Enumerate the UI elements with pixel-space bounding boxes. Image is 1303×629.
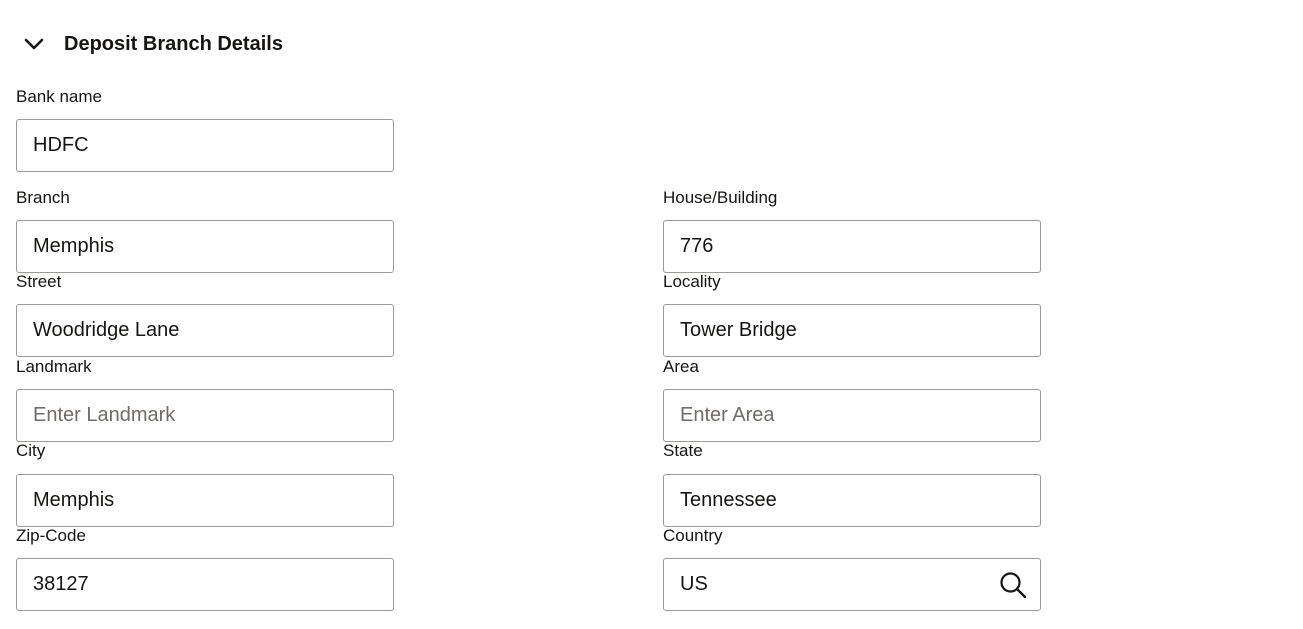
country-label: Country <box>663 526 723 545</box>
house-building-label: House/Building <box>663 188 778 207</box>
bank-name-field: Bank name <box>16 86 394 172</box>
landmark-label: Landmark <box>16 357 92 376</box>
bank-name-input[interactable] <box>17 120 393 171</box>
section-title: Deposit Branch Details <box>64 32 283 55</box>
zip-code-field: Zip-Code <box>16 525 394 611</box>
landmark-input-box <box>16 389 394 442</box>
chevron-down-icon[interactable] <box>20 30 48 58</box>
branch-input[interactable] <box>17 221 393 272</box>
locality-field: Locality <box>663 271 1041 357</box>
zip-code-input[interactable] <box>17 559 393 610</box>
locality-input-box <box>663 304 1041 357</box>
bank-name-label: Bank name <box>16 87 102 106</box>
zip-code-label: Zip-Code <box>16 526 86 545</box>
city-field: City <box>16 440 394 527</box>
city-label: City <box>16 441 46 460</box>
city-input-box <box>16 474 394 527</box>
state-input-box <box>663 474 1041 527</box>
zip-code-input-box <box>16 558 394 611</box>
country-field: Country <box>663 525 1041 611</box>
section-header-toggle[interactable]: Deposit Branch Details <box>20 26 283 62</box>
locality-label: Locality <box>663 272 721 291</box>
branch-label: Branch <box>16 188 70 207</box>
landmark-field: Landmark <box>16 356 394 442</box>
city-input[interactable] <box>17 475 393 526</box>
branch-input-box <box>16 220 394 273</box>
state-label: State <box>663 441 703 460</box>
branch-field: Branch <box>16 187 394 273</box>
country-input[interactable] <box>664 559 1040 610</box>
landmark-input[interactable] <box>17 390 393 441</box>
state-input[interactable] <box>664 475 1040 526</box>
street-input[interactable] <box>17 305 393 356</box>
state-field: State <box>663 440 1041 527</box>
locality-input[interactable] <box>664 305 1040 356</box>
area-field: Area <box>663 356 1041 442</box>
street-field: Street <box>16 271 394 357</box>
house-building-input-box <box>663 220 1041 273</box>
deposit-branch-details-page: Deposit Branch Details Bank name Branch … <box>0 0 1303 629</box>
area-input-box <box>663 389 1041 442</box>
street-label: Street <box>16 272 62 291</box>
house-building-field: House/Building <box>663 187 1041 273</box>
area-label: Area <box>663 357 699 376</box>
search-icon[interactable] <box>998 570 1028 600</box>
house-building-input[interactable] <box>664 221 1040 272</box>
country-input-box <box>663 558 1041 611</box>
bank-name-input-box <box>16 119 394 172</box>
area-input[interactable] <box>664 390 1040 441</box>
street-input-box <box>16 304 394 357</box>
